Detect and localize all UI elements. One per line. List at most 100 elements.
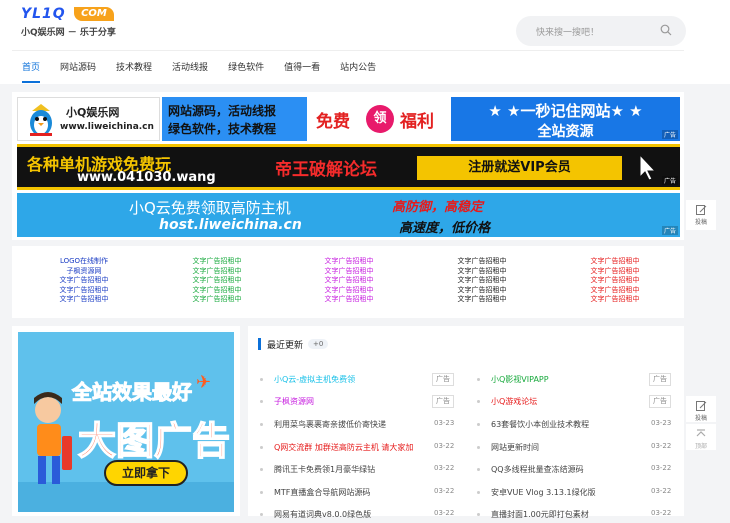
news-item[interactable]: MTF直播盒合导航网站源码 03-22 — [260, 485, 465, 501]
news-item[interactable]: 网易有道词典v8.0.0绿色版 03-22 — [260, 507, 465, 523]
big-ad-image[interactable]: 全站效果最好 ✈ 大图广告 立即拿下 — [18, 332, 234, 512]
nav-item-notice[interactable]: 站内公告 — [330, 53, 386, 83]
text-ad-link[interactable]: 文字广告招租中 — [157, 267, 277, 277]
news-title[interactable]: Q网交流群 加群送高防云主机 请大家加 — [274, 442, 424, 453]
text-ad-column: 文字广告招租中 文字广告招租中 文字广告招租中 文字广告招租中 文字广告招租中 — [157, 257, 277, 305]
back-to-top-label: 顶部 — [694, 443, 707, 450]
news-item[interactable]: 直播封面1.00元即打包素材 03-22 — [477, 507, 682, 523]
news-item[interactable]: 小Q云-虚拟主机免费领 广告 — [260, 372, 465, 388]
submit-label-2: 投稿 — [694, 415, 707, 422]
ad-badge: 广告 — [649, 395, 671, 408]
nav-item-home[interactable]: 首页 — [12, 53, 50, 83]
ad-categories[interactable]: 网站源码，活动线报 绿色软件，技术教程 — [162, 97, 307, 141]
ad-cloud-feature1: 高防御，高稳定 — [392, 200, 484, 215]
news-title[interactable]: 网易有道词典v8.0.0绿色版 — [274, 509, 424, 520]
text-ad-link[interactable]: 文字广告招租中 — [422, 286, 542, 296]
news-title[interactable]: QQ多线程批量查冻结源码 — [491, 464, 641, 475]
text-ad-link[interactable]: 文字广告招租中 — [24, 286, 144, 296]
penguin-mascot-icon — [30, 104, 52, 136]
nav-item-tutorial[interactable]: 技术教程 — [106, 53, 162, 83]
nav-item-source[interactable]: 网站源码 — [50, 53, 106, 83]
submit-button-2[interactable]: 投稿 — [686, 396, 716, 422]
text-ad-link[interactable]: 文字广告招租中 — [157, 276, 277, 286]
site-logo[interactable]: YL1Q COM — [21, 6, 121, 24]
site-header: YL1Q COM 小Q娱乐网 － 乐于分享 快来搜一搜吧！ 首页 网站源码 技术… — [0, 0, 730, 84]
news-date: 03-22 — [434, 487, 455, 495]
bullet-dot — [477, 400, 480, 403]
bullet-dot — [260, 378, 263, 381]
news-date: 03-22 — [651, 487, 672, 495]
text-ad-link[interactable]: 文字广告招租中 — [422, 267, 542, 277]
news-item[interactable]: 子枫资源网 广告 — [260, 394, 465, 410]
text-ad-link[interactable]: 文字广告招租中 — [555, 286, 675, 296]
news-title[interactable]: 小Q游戏论坛 — [491, 396, 641, 407]
ad-free-text: 免费 — [316, 112, 350, 132]
news-title[interactable]: 安卓VUE Vlog 3.13.1绿化版 — [491, 487, 641, 498]
ad-site-logo[interactable]: 小Q娱乐网 www.liweichina.cn — [17, 97, 160, 141]
news-item[interactable]: 小Q影视VIPAPP 广告 — [477, 372, 682, 388]
news-item[interactable]: 腾讯王卡免费领1月豪华绿钻 03-22 — [260, 462, 465, 478]
submit-button-1[interactable]: 投稿 — [686, 200, 716, 230]
news-date: 03-22 — [651, 464, 672, 472]
news-item[interactable]: 安卓VUE Vlog 3.13.1绿化版 03-22 — [477, 485, 682, 501]
text-ad-link[interactable]: 文字广告招租中 — [157, 295, 277, 305]
big-ad-button[interactable]: 立即拿下 — [104, 460, 188, 486]
news-item[interactable]: 小Q游戏论坛 广告 — [477, 394, 682, 410]
news-title[interactable]: MTF直播盒合导航网站源码 — [274, 487, 424, 498]
text-ad-link[interactable]: 文字广告招租中 — [24, 295, 144, 305]
main-nav: 首页 网站源码 技术教程 活动线报 绿色软件 值得一看 站内公告 — [12, 53, 386, 83]
text-ad-link[interactable]: 文字广告招租中 — [555, 276, 675, 286]
nav-item-software[interactable]: 绿色软件 — [218, 53, 274, 83]
news-title[interactable]: 子枫资源网 — [274, 396, 424, 407]
ad-site-name: 小Q娱乐网 — [66, 106, 120, 119]
text-ad-link[interactable]: 文字广告招租中 — [24, 276, 144, 286]
search-icon[interactable] — [660, 24, 672, 36]
text-ad-link[interactable]: 文字广告招租中 — [157, 286, 277, 296]
news-title[interactable]: 腾讯王卡免费领1月豪华绿钻 — [274, 464, 424, 475]
text-ad-link[interactable]: 子枫资源网 — [24, 267, 144, 277]
text-ad-link[interactable]: 文字广告招租中 — [422, 295, 542, 305]
news-title[interactable]: 网站更新时间 — [491, 442, 641, 453]
search-input[interactable]: 快来搜一搜吧！ — [516, 16, 686, 46]
text-ad-link[interactable]: 文字广告招租中 — [289, 295, 409, 305]
news-title[interactable]: 小Q云-虚拟主机免费领 — [274, 374, 424, 385]
search-placeholder: 快来搜一搜吧！ — [536, 28, 600, 38]
text-ad-link[interactable]: 文字广告招租中 — [422, 257, 542, 267]
news-date: 03-23 — [651, 419, 672, 427]
recent-updates-title: 最近更新 — [267, 340, 304, 351]
news-title[interactable]: 直播封面1.00元即打包素材 — [491, 509, 641, 520]
news-item[interactable]: Q网交流群 加群送高防云主机 请大家加 03-22 — [260, 440, 465, 456]
banner-ads: 小Q娱乐网 www.liweichina.cn 网站源码，活动线报 绿色软件，技… — [12, 92, 684, 240]
text-ad-link[interactable]: 文字广告招租中 — [289, 286, 409, 296]
nav-item-activity[interactable]: 活动线报 — [162, 53, 218, 83]
news-item[interactable]: 网站更新时间 03-22 — [477, 440, 682, 456]
ad-remember-site[interactable]: ★ ★一秒记住网站★ ★ 全站资源 广告 — [451, 97, 680, 141]
big-image-ad[interactable]: 全站效果最好 ✈ 大图广告 立即拿下 — [12, 326, 240, 516]
text-ad-link[interactable]: 文字广告招租中 — [422, 276, 542, 286]
ad-free-gift[interactable]: 免费 领 福利 — [308, 97, 450, 141]
news-item[interactable]: QQ多线程批量查冻结源码 03-22 — [477, 462, 682, 478]
text-ad-link[interactable]: LOGO在线制作 — [24, 257, 144, 267]
ad-cloud-url: host.liweichina.cn — [159, 217, 302, 233]
text-ad-column: 文字广告招租中 文字广告招租中 文字广告招租中 文字广告招租中 文字广告招租中 — [289, 257, 409, 305]
back-to-top-button[interactable]: 顶部 — [686, 424, 716, 450]
news-item[interactable]: 63套餐饮小本创业技术教程 03-23 — [477, 417, 682, 433]
news-date: 03-22 — [434, 464, 455, 472]
news-title[interactable]: 63套餐饮小本创业技术教程 — [491, 419, 641, 430]
text-ad-link[interactable]: 文字广告招租中 — [289, 276, 409, 286]
text-ad-link[interactable]: 文字广告招租中 — [555, 267, 675, 277]
text-ad-link[interactable]: 文字广告招租中 — [555, 257, 675, 267]
text-ad-link[interactable]: 文字广告招租中 — [289, 267, 409, 277]
news-title[interactable]: 小Q影视VIPAPP — [491, 374, 641, 385]
ad-game-forum-name: 帝王破解论坛 — [275, 160, 377, 180]
news-item[interactable]: 利用菜鸟裹裹寄亲拔低价寄快递 03-23 — [260, 417, 465, 433]
text-ad-link[interactable]: 文字广告招租中 — [555, 295, 675, 305]
ad-cloud-host[interactable]: 小Q云免费领取高防主机 host.liweichina.cn 高防御，高稳定 高… — [17, 193, 680, 237]
bullet-dot — [477, 446, 480, 449]
ad-tag: 广告 — [661, 176, 678, 185]
text-ad-link[interactable]: 文字广告招租中 — [289, 257, 409, 267]
nav-item-worth[interactable]: 值得一看 — [274, 53, 330, 83]
ad-game-forum[interactable]: 各种单机游戏免费玩 www.041030.wang 帝王破解论坛 注册就送VIP… — [17, 144, 680, 190]
news-title[interactable]: 利用菜鸟裹裹寄亲拔低价寄快递 — [274, 419, 424, 430]
text-ad-link[interactable]: 文字广告招租中 — [157, 257, 277, 267]
